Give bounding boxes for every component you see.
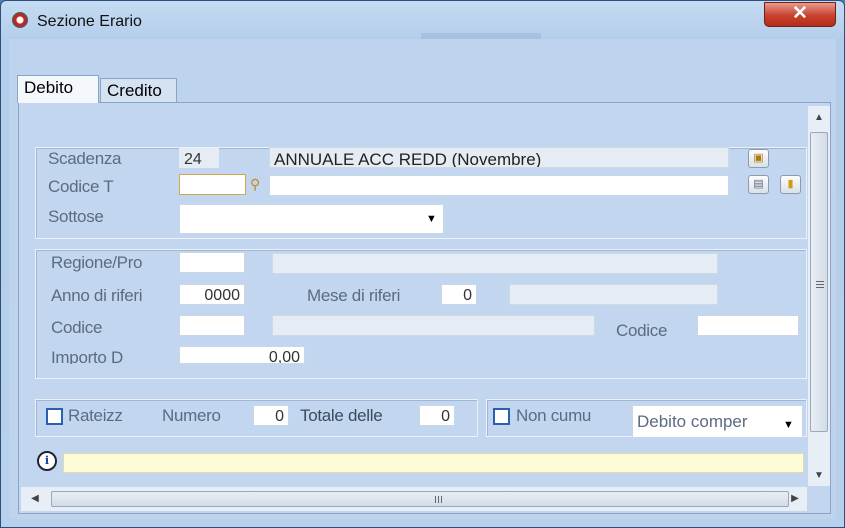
scroll-left-icon[interactable]: ◀ bbox=[25, 487, 45, 511]
dialog-window: Sezione Erario ✕ Debito Credito Scadenza… bbox=[0, 0, 845, 528]
importo-label: Importo D bbox=[51, 348, 123, 364]
totale-input[interactable]: 0 bbox=[419, 405, 455, 426]
codice-tributo-description[interactable] bbox=[269, 175, 729, 196]
codice-tributo-input[interactable] bbox=[179, 174, 246, 195]
totale-label: Totale delle bbox=[300, 406, 383, 425]
chevron-down-icon[interactable]: ▼ bbox=[426, 213, 437, 225]
mese-description bbox=[509, 284, 718, 305]
non-cumulabile-checkbox[interactable] bbox=[493, 408, 510, 425]
anno-label: Anno di riferi bbox=[51, 286, 143, 305]
codice-description-1 bbox=[272, 315, 595, 336]
horizontal-scrollbar[interactable]: ◀ ▶ bbox=[21, 487, 807, 511]
mese-input[interactable]: 0 bbox=[441, 284, 477, 305]
numero-label: Numero bbox=[162, 406, 221, 425]
close-button[interactable]: ✕ bbox=[764, 2, 836, 27]
search-hint-icon: ⚲ bbox=[250, 176, 260, 192]
debito-compensato-select[interactable]: Debito comper bbox=[632, 405, 803, 438]
rateizzazione-label: Rateizz bbox=[68, 406, 123, 425]
vertical-scroll-thumb[interactable] bbox=[810, 132, 828, 432]
vertical-scrollbar[interactable]: ▲ ▼ bbox=[808, 106, 830, 486]
scroll-down-icon[interactable]: ▼ bbox=[808, 466, 830, 486]
tab-credito[interactable]: Credito bbox=[100, 78, 177, 103]
scadenza-description-field: ANNUALE ACC REDD (Novembre) bbox=[269, 147, 729, 168]
lock-icon[interactable]: ▣ bbox=[748, 149, 769, 168]
message-bar bbox=[63, 453, 804, 473]
open-folder-icon[interactable]: ▮ bbox=[780, 175, 801, 194]
scroll-right-icon[interactable]: ▶ bbox=[785, 487, 805, 511]
codice-input-2[interactable] bbox=[697, 315, 799, 336]
app-icon bbox=[12, 12, 28, 28]
importo-input[interactable]: 0,00 bbox=[179, 346, 305, 364]
horizontal-scroll-thumb[interactable] bbox=[51, 491, 789, 507]
rateizzazione-checkbox[interactable] bbox=[46, 408, 63, 425]
scadenza-code-field: 24 bbox=[179, 148, 219, 168]
non-cumulabile-label: Non cumu bbox=[516, 406, 592, 425]
mese-label: Mese di riferi bbox=[307, 286, 401, 305]
list-icon[interactable]: ▤ bbox=[748, 175, 769, 194]
codice-tributo-label: Codice T bbox=[48, 177, 114, 196]
scroll-up-icon[interactable]: ▲ bbox=[808, 108, 830, 128]
codice-label-2: Codice bbox=[616, 321, 668, 340]
chevron-down-icon[interactable]: ▼ bbox=[783, 419, 794, 431]
regione-label: Regione/Pro bbox=[51, 253, 143, 272]
tab-debito[interactable]: Debito bbox=[17, 75, 99, 103]
numero-input[interactable]: 0 bbox=[253, 405, 289, 426]
anno-input[interactable]: 0000 bbox=[179, 284, 245, 305]
scadenza-label: Scadenza bbox=[48, 149, 122, 168]
window-title: Sezione Erario bbox=[37, 13, 142, 30]
info-icon: i bbox=[37, 451, 57, 471]
codice-label-1: Codice bbox=[51, 318, 103, 337]
regione-description bbox=[272, 253, 718, 274]
sottosezione-select[interactable] bbox=[179, 204, 444, 234]
codice-input-1[interactable] bbox=[179, 315, 245, 336]
sottosezione-label: Sottose bbox=[48, 207, 104, 226]
regione-input[interactable] bbox=[179, 252, 245, 273]
